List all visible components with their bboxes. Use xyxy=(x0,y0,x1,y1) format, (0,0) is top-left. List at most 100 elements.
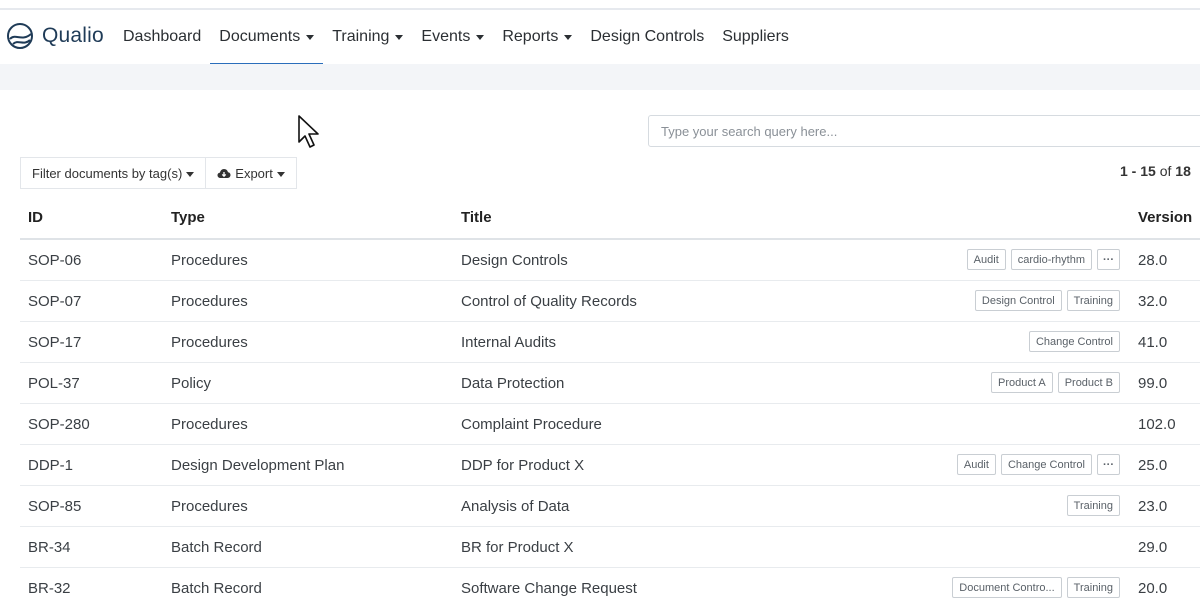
column-header-type[interactable]: Type xyxy=(171,209,205,226)
cell-version: 29.0 xyxy=(1138,539,1168,556)
tag-badge[interactable]: Audit xyxy=(956,454,996,475)
table-row[interactable]: SOP-17 Procedures Internal Audits 41.0 Chang… xyxy=(20,322,1200,363)
table-row[interactable]: SOP-280 Procedures Complaint Procedure 102.… xyxy=(20,404,1200,445)
export-label: Export xyxy=(235,165,273,181)
tag-badge[interactable]: Product B xyxy=(1057,372,1120,393)
tag-list: Change Control xyxy=(1028,331,1120,352)
cell-type: Batch Record xyxy=(171,580,262,597)
cell-version: 20.0 xyxy=(1138,580,1168,597)
cell-type: Policy xyxy=(171,375,212,392)
table-header: ID Type Title Version xyxy=(20,198,1200,240)
nav-item-reports[interactable]: Reports xyxy=(493,10,581,66)
nav-item-label: Design Controls xyxy=(590,27,705,45)
cell-id: SOP-17 xyxy=(28,334,82,351)
document-toolbar: Filter documents by tag(s) Export xyxy=(20,157,297,189)
nav-item-dashboard[interactable]: Dashboard xyxy=(114,10,210,66)
cloud-download-icon xyxy=(217,168,231,179)
nav-item-label: Documents xyxy=(219,27,301,45)
cell-type: Procedures xyxy=(171,252,248,269)
column-header-version[interactable]: Version xyxy=(1138,209,1192,226)
table-row[interactable]: DDP-1 Design Development Plan DDP for Prod… xyxy=(20,445,1200,486)
tag-badge[interactable]: Change Control xyxy=(1028,331,1120,352)
table-row[interactable]: POL-37 Policy Data Protection 99.0 Product A… xyxy=(20,363,1200,404)
nav-item-training[interactable]: Training xyxy=(323,10,412,66)
tag-badge[interactable]: Audit xyxy=(966,249,1006,270)
chevron-down-icon xyxy=(395,35,404,40)
nav-item-suppliers[interactable]: Suppliers xyxy=(713,10,798,66)
tag-badge[interactable]: Training xyxy=(1066,290,1120,311)
more-tags-button[interactable]: ··· xyxy=(1097,249,1120,270)
cell-title[interactable]: Internal Audits xyxy=(461,334,556,351)
cell-type: Procedures xyxy=(171,293,248,310)
chevron-down-icon xyxy=(306,35,315,40)
nav-item-label: Suppliers xyxy=(722,27,789,45)
column-header-title[interactable]: Title xyxy=(461,209,492,226)
tag-badge[interactable]: Training xyxy=(1066,577,1120,598)
filter-by-tags-button[interactable]: Filter documents by tag(s) xyxy=(20,157,207,189)
cell-version: 23.0 xyxy=(1138,498,1168,515)
qualio-logo-icon xyxy=(7,23,33,49)
top-navigation-bar: Qualio Dashboard Documents Training Events R… xyxy=(0,8,1200,66)
cell-id: POL-37 xyxy=(28,375,80,392)
column-header-id[interactable]: ID xyxy=(28,209,43,226)
cell-version: 99.0 xyxy=(1138,375,1168,392)
table-row[interactable]: BR-32 Batch Record Software Change Request… xyxy=(20,568,1200,600)
nav-item-label: Training xyxy=(332,27,390,45)
nav-item-documents[interactable]: Documents xyxy=(210,10,324,66)
qualio-logo[interactable]: Qualio xyxy=(4,20,104,52)
mouse-cursor-icon xyxy=(298,115,319,148)
table-row[interactable]: SOP-85 Procedures Analysis of Data 23.0 Trai… xyxy=(20,486,1200,527)
pagination-of: of xyxy=(1159,163,1172,179)
cell-id: SOP-07 xyxy=(28,293,82,310)
cell-title[interactable]: Software Change Request xyxy=(461,580,637,597)
cell-version: 41.0 xyxy=(1138,334,1168,351)
chevron-down-icon xyxy=(186,171,195,177)
cell-title[interactable]: Data Protection xyxy=(461,375,564,392)
cell-version: 28.0 xyxy=(1138,252,1168,269)
pagination-total: 18 xyxy=(1175,163,1191,179)
chevron-down-icon xyxy=(276,171,285,177)
cell-title[interactable]: DDP for Product X xyxy=(461,457,584,474)
cell-id: SOP-85 xyxy=(28,498,82,515)
tag-badge[interactable]: cardio-rhythm xyxy=(1010,249,1092,270)
cell-title[interactable]: Control of Quality Records xyxy=(461,293,637,310)
main-nav: Dashboard Documents Training Events Reports D… xyxy=(114,10,798,66)
tag-badge[interactable]: Document Contro... xyxy=(952,577,1062,598)
tag-badge[interactable]: Product A xyxy=(990,372,1053,393)
tag-list: Audit cardio-rhythm ··· xyxy=(966,249,1120,270)
more-tags-button[interactable]: ··· xyxy=(1097,454,1120,475)
nav-item-label: Dashboard xyxy=(123,27,202,45)
table-row[interactable]: BR-34 Batch Record BR for Product X 29.0 xyxy=(20,527,1200,568)
cell-type: Procedures xyxy=(171,498,248,515)
cell-title[interactable]: Complaint Procedure xyxy=(461,416,602,433)
nav-item-label: Events xyxy=(421,27,471,45)
tag-list: Product A Product B xyxy=(990,372,1120,393)
pagination-range: 1 - 15 xyxy=(1120,163,1156,179)
cell-type: Procedures xyxy=(171,416,248,433)
cell-title[interactable]: Analysis of Data xyxy=(461,498,569,515)
cell-version: 25.0 xyxy=(1138,457,1168,474)
tag-list: Training xyxy=(1066,495,1120,516)
nav-item-design-controls[interactable]: Design Controls xyxy=(581,10,713,66)
tag-badge[interactable]: Design Control xyxy=(974,290,1062,311)
cell-type: Procedures xyxy=(171,334,248,351)
tag-list: Audit Change Control ··· xyxy=(956,454,1120,475)
cell-version: 32.0 xyxy=(1138,293,1168,310)
tag-list: Document Contro... Training xyxy=(952,577,1120,598)
table-row[interactable]: SOP-07 Procedures Control of Quality Recor… xyxy=(20,281,1200,322)
brand-name: Qualio xyxy=(42,24,104,47)
nav-item-events[interactable]: Events xyxy=(412,10,493,66)
cell-title[interactable]: Design Controls xyxy=(461,252,568,269)
tag-badge[interactable]: Change Control xyxy=(1000,454,1092,475)
export-button[interactable]: Export xyxy=(206,157,297,189)
table-body: SOP-06 Procedures Design Controls 28.0 Audit… xyxy=(20,240,1200,600)
table-row[interactable]: SOP-06 Procedures Design Controls 28.0 Audit… xyxy=(20,240,1200,281)
qualio-documents-page: Qualio Dashboard Documents Training Events R… xyxy=(0,0,1200,600)
search-input[interactable] xyxy=(648,115,1200,147)
chevron-down-icon xyxy=(476,35,485,40)
chevron-down-icon xyxy=(564,35,573,40)
cell-title[interactable]: BR for Product X xyxy=(461,539,574,556)
tag-badge[interactable]: Training xyxy=(1066,495,1120,516)
nav-item-label: Reports xyxy=(502,27,559,45)
cell-id: BR-32 xyxy=(28,580,71,597)
